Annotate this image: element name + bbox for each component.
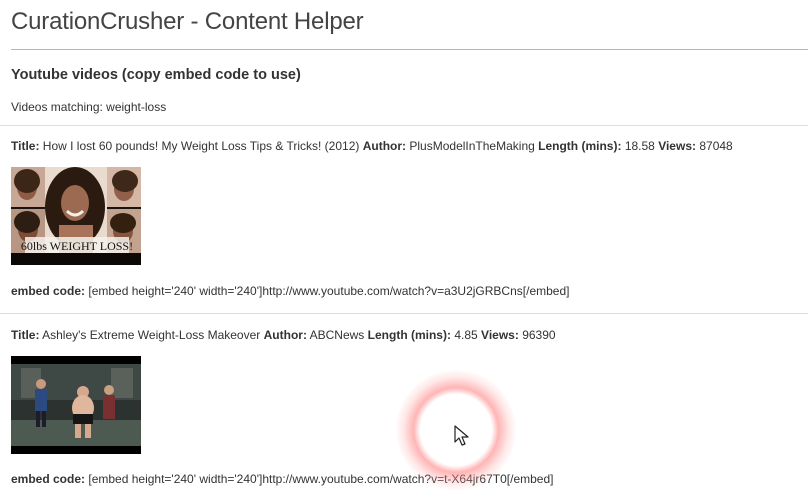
video-thumbnail[interactable]: 60lbs WEIGHT LOSS! — [11, 167, 141, 265]
author-label: Author: — [362, 139, 407, 153]
thumbnail-caption: 60lbs WEIGHT LOSS! — [21, 239, 133, 253]
video-author: PlusModelInTheMaking — [409, 139, 535, 153]
video-thumbnail[interactable] — [11, 356, 141, 454]
video-length: 4.85 — [454, 328, 478, 342]
video-author: ABCNews — [309, 328, 365, 342]
length-label: Length (mins): — [538, 139, 622, 153]
video-title: How I lost 60 pounds! My Weight Loss Tip… — [42, 139, 360, 153]
query-label: Videos matching: weight-loss — [11, 100, 167, 114]
embed-code-value[interactable]: [embed height='240' width='240']http://w… — [88, 284, 569, 298]
author-label: Author: — [263, 328, 307, 342]
video-views: 87048 — [699, 139, 733, 153]
video-length: 18.58 — [624, 139, 655, 153]
title-label: Title: — [11, 328, 40, 342]
embed-code-label: embed code: — [11, 472, 86, 486]
mouse-pointer-icon — [454, 425, 470, 452]
video-title: Ashley's Extreme Weight-Loss Makeover — [42, 328, 261, 342]
section-heading: Youtube videos (copy embed code to use) — [11, 67, 301, 83]
embed-code-line: embed code: [embed height='240' width='2… — [11, 284, 569, 298]
content-helper-page: CurationCrusher - Content Helper Youtube… — [0, 0, 808, 496]
views-label: Views: — [658, 139, 696, 153]
title-divider — [11, 49, 808, 50]
video-meta: Title: Ashley's Extreme Weight-Loss Make… — [11, 328, 556, 342]
views-label: Views: — [481, 328, 519, 342]
divider — [0, 313, 808, 314]
divider — [0, 125, 808, 126]
embed-code-line: embed code: [embed height='240' width='2… — [11, 472, 553, 486]
length-label: Length (mins): — [367, 328, 451, 342]
video-views: 96390 — [522, 328, 556, 342]
embed-code-label: embed code: — [11, 284, 86, 298]
video-meta: Title: How I lost 60 pounds! My Weight L… — [11, 139, 733, 153]
embed-code-value[interactable]: [embed height='240' width='240']http://w… — [88, 472, 553, 486]
app-title: CurationCrusher - Content Helper — [11, 8, 364, 35]
title-label: Title: — [11, 139, 40, 153]
